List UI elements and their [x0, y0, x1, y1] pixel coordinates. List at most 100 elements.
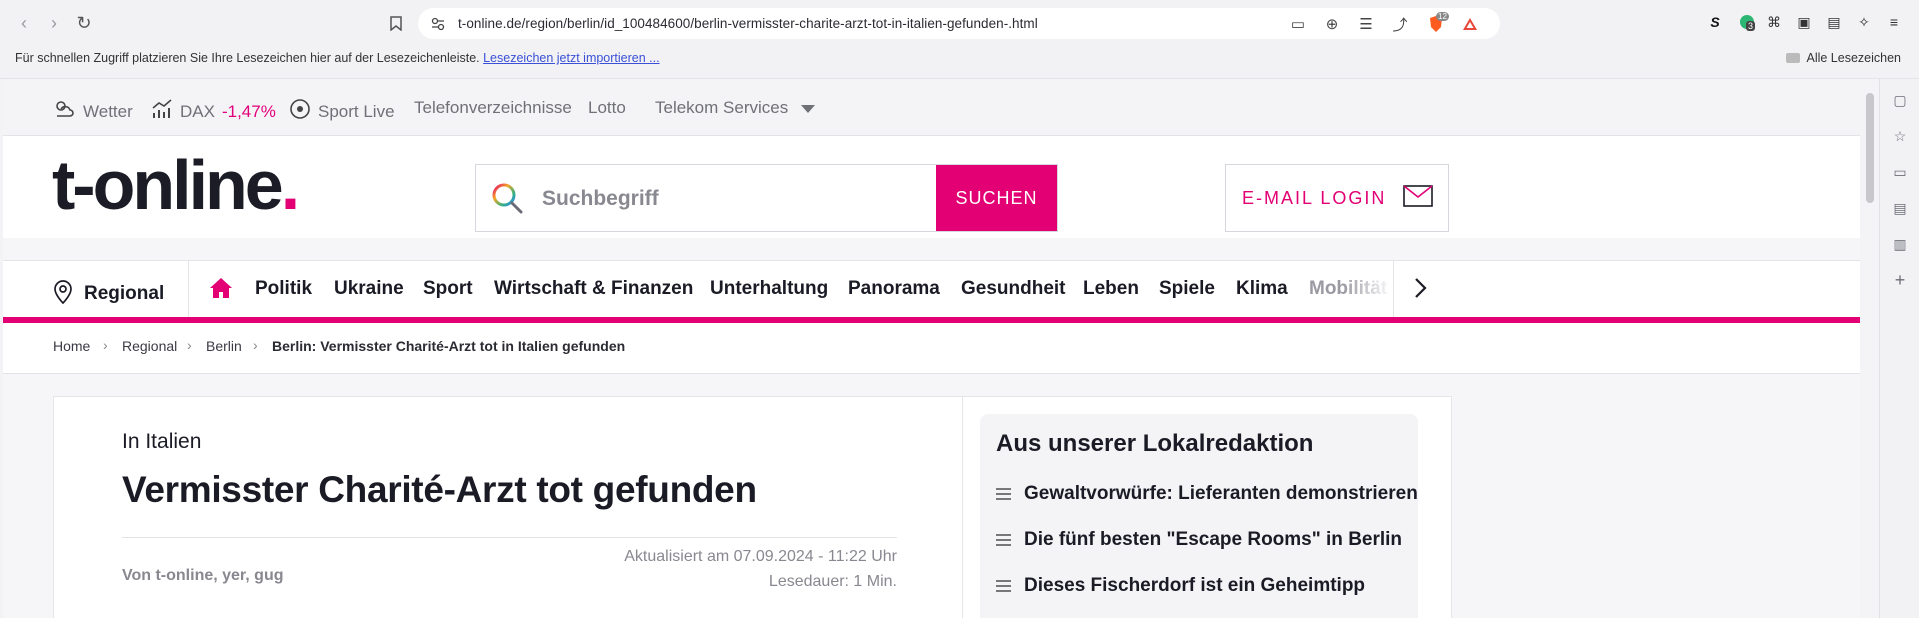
- t-online-logo[interactable]: t-online.: [52, 150, 300, 220]
- article-read-time: Lesedauer: 1 Min.: [768, 573, 897, 590]
- leo-panel-icon[interactable]: ☆: [1891, 127, 1909, 145]
- folder-icon: [1786, 53, 1801, 63]
- nav-item[interactable]: Ukraine: [334, 278, 404, 300]
- envelope-icon: [1403, 184, 1434, 212]
- nav-divider: [188, 261, 189, 318]
- green-extension-icon[interactable]: 3: [1737, 12, 1757, 32]
- bookmarks-panel-icon[interactable]: ▥: [1891, 235, 1909, 253]
- breadcrumb-home[interactable]: Home: [53, 338, 90, 354]
- search-button[interactable]: SUCHEN: [936, 165, 1057, 231]
- all-bookmarks-button[interactable]: Alle Lesezeichen: [1786, 51, 1901, 65]
- reader-icon[interactable]: ☰: [1356, 14, 1376, 34]
- site-header: t-online. SUCHEN E-MAIL LOGIN: [3, 136, 1860, 238]
- url-text[interactable]: t-online.de/region/berlin/id_100484600/b…: [458, 16, 1038, 31]
- nav-item[interactable]: Wirtschaft & Finanzen: [494, 278, 693, 300]
- chevron-right-icon: ›: [103, 337, 108, 353]
- chart-icon: [151, 98, 173, 125]
- nav-regional[interactable]: Regional: [52, 278, 164, 310]
- sidebar-column: Aus unserer Lokalredaktion Gewaltvorwürf…: [962, 396, 1452, 618]
- leo-ai-icon[interactable]: ✧: [1854, 12, 1874, 32]
- wallet-icon[interactable]: ▤: [1824, 12, 1844, 32]
- sport-live-link[interactable]: Sport Live: [289, 98, 395, 125]
- weather-link[interactable]: Wetter: [52, 98, 133, 125]
- lotto-link[interactable]: Lotto: [588, 98, 626, 118]
- nav-item[interactable]: Politik: [255, 278, 312, 300]
- weather-icon: [52, 98, 76, 125]
- address-bar[interactable]: t-online.de/region/berlin/id_100484600/b…: [418, 8, 1500, 39]
- nav-item[interactable]: Klima: [1236, 278, 1288, 300]
- home-icon[interactable]: [209, 277, 233, 305]
- main-navigation: Regional Politik Ukraine Sport Wirtschaf…: [3, 260, 1860, 318]
- breadcrumb-current: Berlin: Vermisster Charité-Arzt tot in I…: [272, 338, 626, 354]
- phone-directory-link[interactable]: Telefonverzeichnisse: [414, 98, 572, 118]
- nav-item[interactable]: Panorama: [848, 278, 940, 300]
- sidebar-toggle-icon[interactable]: ▣: [1794, 12, 1814, 32]
- cast-icon[interactable]: ▭: [1288, 14, 1308, 34]
- nav-fade: [1343, 261, 1393, 318]
- page-scrollbar[interactable]: [1860, 79, 1879, 618]
- search-input[interactable]: [542, 184, 922, 214]
- import-bookmarks-link[interactable]: Lesezeichen jetzt importieren ...: [483, 51, 659, 65]
- s-extension-icon[interactable]: S: [1705, 12, 1725, 32]
- nav-item[interactable]: Leben: [1083, 278, 1139, 300]
- nav-item[interactable]: Sport: [423, 278, 473, 300]
- article-updated: Aktualisiert am 07.09.2024 - 11:22 Uhr: [624, 548, 897, 565]
- local-news-item[interactable]: Dieses Fischerdorf ist ein Geheimtipp: [996, 575, 1365, 597]
- wallet-panel-icon[interactable]: ▢: [1891, 91, 1909, 109]
- brave-rewards-icon[interactable]: [1460, 14, 1480, 34]
- nav-item[interactable]: Gesundheit: [961, 278, 1066, 300]
- breadcrumb: Home › Regional › Berlin › Berlin: Vermi…: [3, 323, 1860, 374]
- article-lines-icon: [996, 487, 1011, 501]
- nav-item[interactable]: Spiele: [1159, 278, 1215, 300]
- article-kicker: In Italien: [122, 430, 202, 453]
- reload-icon[interactable]: ↻: [72, 11, 96, 35]
- article-header: In Italien Vermisster Charité-Arzt tot g…: [53, 396, 963, 618]
- article-author[interactable]: Von t-online, yer, gug: [122, 567, 283, 585]
- article-headline: Vermisster Charité-Arzt tot gefunden: [122, 469, 757, 510]
- menu-icon[interactable]: ≡: [1884, 12, 1904, 32]
- local-news-item[interactable]: Gewaltvorwürfe: Lieferanten demonstriere…: [996, 483, 1418, 505]
- local-news-item[interactable]: Die fünf besten "Escape Rooms" in Berlin: [996, 529, 1402, 551]
- page-content: Wetter DAX -1,47% Sport Live Telefonverz…: [3, 79, 1860, 618]
- local-news-title: Aus unserer Lokalredaktion: [996, 430, 1314, 457]
- email-login-button[interactable]: E-MAIL LOGIN: [1225, 164, 1449, 232]
- football-icon: [289, 98, 311, 125]
- bookmarks-hint: Für schnellen Zugriff platzieren Sie Ihr…: [15, 51, 660, 65]
- extensions-puzzle-icon[interactable]: ⌘: [1764, 12, 1784, 32]
- nav-divider: [1393, 261, 1394, 318]
- dax-value: -1,47%: [221, 101, 276, 121]
- dax-link[interactable]: DAX -1,47%: [151, 98, 276, 125]
- brave-shield-icon[interactable]: 12: [1426, 12, 1449, 34]
- service-row: Wetter DAX -1,47% Sport Live Telefonverz…: [3, 79, 1860, 136]
- news-panel-icon[interactable]: ▭: [1891, 163, 1909, 181]
- nav-item[interactable]: Unterhaltung: [710, 278, 828, 300]
- breadcrumb-berlin[interactable]: Berlin: [206, 338, 242, 354]
- search-icon: [490, 181, 524, 220]
- telekom-services-dropdown[interactable]: Telekom Services: [655, 98, 816, 118]
- browser-toolbar: ‹ › ↻ t-online.de/region/berlin/id_10048…: [0, 0, 1919, 46]
- reading-list-icon[interactable]: ▤: [1891, 199, 1909, 217]
- chevron-right-icon[interactable]: [1413, 276, 1427, 306]
- article-lines-icon: [996, 579, 1011, 593]
- extension-badge: 3: [1746, 21, 1756, 31]
- search-form: SUCHEN: [475, 164, 1058, 232]
- brave-badge: 12: [1436, 12, 1449, 21]
- add-panel-icon[interactable]: +: [1891, 270, 1909, 290]
- bookmark-icon[interactable]: [384, 11, 408, 35]
- chevron-right-icon: ›: [187, 337, 192, 353]
- chevron-down-icon: [801, 98, 816, 118]
- back-icon[interactable]: ‹: [12, 11, 36, 35]
- scrollbar-thumb[interactable]: [1866, 93, 1874, 203]
- forward-icon[interactable]: ›: [42, 11, 66, 35]
- zoom-icon[interactable]: ⊕: [1322, 14, 1342, 34]
- chevron-right-icon: ›: [253, 337, 258, 353]
- article-divider: [122, 537, 897, 538]
- article-lines-icon: [996, 533, 1011, 547]
- share-icon[interactable]: ⤴: [1390, 14, 1410, 34]
- breadcrumb-regional[interactable]: Regional: [122, 338, 177, 354]
- browser-sidebar: ▢ ☆ ▭ ▤ ▥ +: [1879, 79, 1919, 618]
- local-news-box: Aus unserer Lokalredaktion Gewaltvorwürf…: [980, 414, 1418, 618]
- site-info-icon[interactable]: [428, 14, 448, 34]
- location-pin-icon: [52, 278, 74, 310]
- article-meta: Aktualisiert am 07.09.2024 - 11:22 Uhr L…: [624, 544, 897, 594]
